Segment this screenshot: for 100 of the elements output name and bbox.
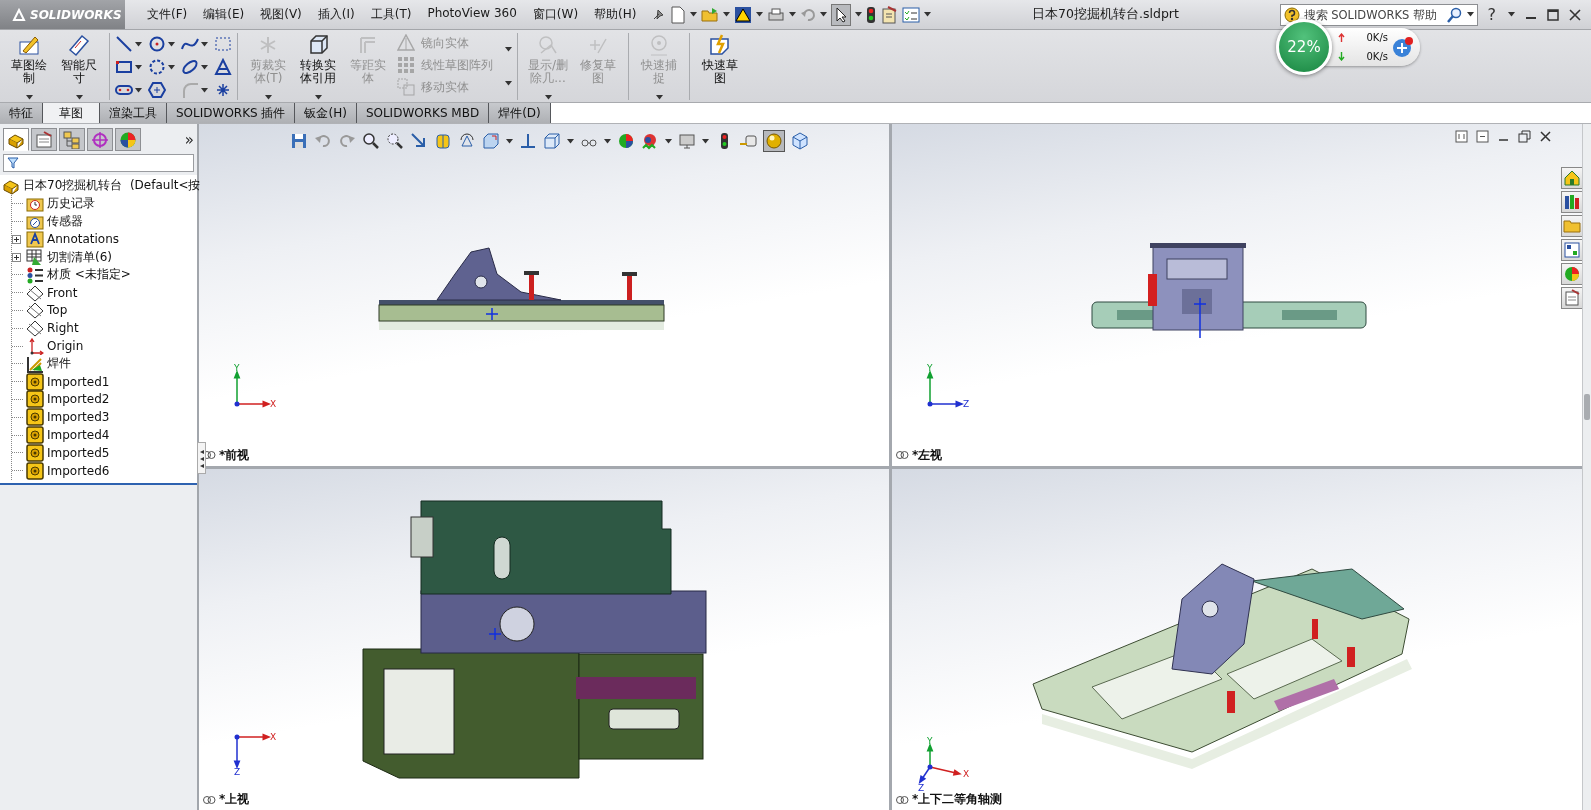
caret-icon[interactable] bbox=[201, 87, 208, 93]
tree-item[interactable]: Front bbox=[47, 285, 78, 300]
caret-icon[interactable] bbox=[314, 95, 322, 100]
panel-tab[interactable] bbox=[31, 128, 57, 151]
caret-icon[interactable] bbox=[690, 12, 698, 17]
caret-icon[interactable] bbox=[604, 138, 611, 144]
tree-item[interactable]: Right bbox=[47, 321, 79, 336]
task-pane-tab[interactable] bbox=[1561, 167, 1583, 189]
search-icon[interactable] bbox=[1446, 6, 1463, 23]
caret-icon[interactable] bbox=[855, 12, 863, 17]
ribbon-button[interactable]: 转换实体引用 bbox=[293, 33, 343, 100]
tree-item[interactable]: 传感器 bbox=[47, 213, 83, 230]
rotate-icon[interactable] bbox=[458, 132, 476, 150]
panel-tab[interactable] bbox=[59, 128, 85, 151]
command-tab[interactable]: 特征 bbox=[0, 103, 43, 123]
clipboard-icon[interactable] bbox=[880, 5, 899, 24]
caret-icon[interactable] bbox=[665, 138, 672, 144]
help-bubble-icon[interactable] bbox=[1283, 6, 1300, 23]
tree-item[interactable]: Imported3 bbox=[47, 410, 110, 425]
filter-field[interactable] bbox=[3, 154, 194, 172]
dotted-grid-icon[interactable] bbox=[214, 35, 232, 53]
axis-icon[interactable] bbox=[519, 132, 537, 150]
command-tab[interactable]: 草图 bbox=[43, 103, 100, 123]
command-tab[interactable]: 钣金(H) bbox=[295, 103, 357, 123]
scene-icon[interactable] bbox=[641, 132, 659, 150]
tree-item[interactable]: Top bbox=[47, 303, 68, 318]
menu-item[interactable]: 工具(T) bbox=[362, 3, 420, 26]
restore-icon[interactable] bbox=[1518, 130, 1531, 143]
tape-measure-icon[interactable] bbox=[739, 132, 757, 150]
tree-item[interactable]: 焊件 bbox=[47, 355, 71, 373]
tile-vertical-icon[interactable] bbox=[1476, 130, 1489, 143]
zoom-icon[interactable] bbox=[362, 132, 380, 150]
color-sphere-icon[interactable] bbox=[617, 132, 635, 150]
caret-icon[interactable] bbox=[506, 138, 513, 144]
plus-button-icon[interactable] bbox=[1392, 36, 1414, 58]
scrollbar[interactable] bbox=[1582, 124, 1591, 810]
tree-item[interactable]: Imported6 bbox=[47, 463, 110, 478]
close-icon[interactable] bbox=[1539, 130, 1552, 143]
caret-icon[interactable] bbox=[820, 12, 828, 17]
ellipse-icon[interactable] bbox=[181, 58, 199, 76]
caret-icon[interactable] bbox=[135, 41, 142, 47]
close-icon[interactable] bbox=[1569, 8, 1581, 21]
point-icon[interactable] bbox=[214, 81, 232, 99]
menu-item[interactable]: PhotoView 360 bbox=[419, 3, 525, 26]
caret-icon[interactable] bbox=[135, 64, 142, 70]
task-pane-tab[interactable] bbox=[1561, 287, 1583, 309]
command-tab[interactable]: 渲染工具 bbox=[100, 103, 167, 123]
caret-icon[interactable] bbox=[25, 95, 33, 100]
task-pane-tab[interactable] bbox=[1561, 239, 1583, 261]
save-icon[interactable] bbox=[290, 132, 308, 150]
expand-icon[interactable] bbox=[12, 252, 21, 262]
ribbon-button[interactable]: 草图绘制 bbox=[4, 33, 54, 100]
expand-icon[interactable] bbox=[12, 234, 21, 244]
tree-item[interactable]: 日本70挖掘机转台 (Default<按 bbox=[23, 177, 201, 195]
caret-icon[interactable] bbox=[789, 12, 797, 17]
cube-outline-icon[interactable] bbox=[791, 132, 809, 150]
menu-item[interactable]: 窗口(W) bbox=[524, 3, 587, 26]
tree-item[interactable]: Origin bbox=[47, 339, 84, 354]
tree-item[interactable]: Annotations bbox=[47, 232, 120, 247]
tree-item[interactable]: Imported1 bbox=[47, 374, 110, 389]
caret-icon[interactable] bbox=[567, 138, 574, 144]
tile-horizontal-icon[interactable] bbox=[1455, 130, 1468, 143]
panel-tab[interactable] bbox=[87, 128, 113, 151]
arrow-icon[interactable] bbox=[410, 132, 428, 150]
triangle-icon[interactable] bbox=[214, 58, 232, 76]
caret-icon[interactable] bbox=[505, 47, 512, 53]
caret-icon[interactable] bbox=[168, 41, 175, 47]
menu-item[interactable]: 视图(V) bbox=[252, 3, 310, 26]
caret-icon[interactable] bbox=[1508, 12, 1515, 17]
caret-icon[interactable] bbox=[201, 64, 208, 70]
caret-icon[interactable] bbox=[201, 41, 208, 47]
cube-icon[interactable] bbox=[543, 132, 561, 150]
command-tab[interactable]: SOLIDWORKS MBD bbox=[356, 103, 490, 123]
tree-item[interactable]: 切割清单(6) bbox=[47, 248, 112, 266]
task-pane-tab[interactable] bbox=[1561, 215, 1583, 237]
caret-icon[interactable] bbox=[702, 138, 709, 144]
caret-icon[interactable] bbox=[505, 80, 512, 86]
line-icon[interactable] bbox=[115, 35, 133, 53]
monitor-icon[interactable] bbox=[678, 132, 696, 150]
display-style-button[interactable] bbox=[763, 130, 785, 152]
task-pane-tab[interactable] bbox=[1561, 263, 1583, 285]
caret-icon[interactable] bbox=[756, 12, 764, 17]
menu-item[interactable]: 编辑(E) bbox=[195, 3, 253, 26]
ribbon-button[interactable]: 快速草图 bbox=[695, 33, 745, 100]
command-tab[interactable]: SOLIDWORKS 插件 bbox=[167, 103, 296, 123]
tree-item[interactable]: 历史记录 bbox=[47, 195, 95, 213]
caret-icon[interactable] bbox=[1466, 12, 1474, 17]
circle-icon[interactable] bbox=[148, 35, 166, 53]
caret-icon[interactable] bbox=[168, 64, 175, 70]
menu-item[interactable]: 文件(F) bbox=[139, 3, 196, 26]
caret-icon[interactable] bbox=[924, 12, 932, 17]
cylinder-icon[interactable] bbox=[434, 132, 452, 150]
tree-item[interactable]: Imported5 bbox=[47, 445, 110, 460]
warning-icon[interactable] bbox=[734, 5, 753, 24]
caret-icon[interactable] bbox=[723, 12, 731, 17]
tree-item[interactable]: 材质 <未指定> bbox=[47, 266, 131, 284]
dashed-circle-icon[interactable] bbox=[148, 58, 166, 76]
hexagon-icon[interactable] bbox=[148, 81, 166, 99]
tree-item[interactable]: Imported4 bbox=[47, 428, 110, 443]
caret-icon[interactable] bbox=[75, 95, 83, 100]
